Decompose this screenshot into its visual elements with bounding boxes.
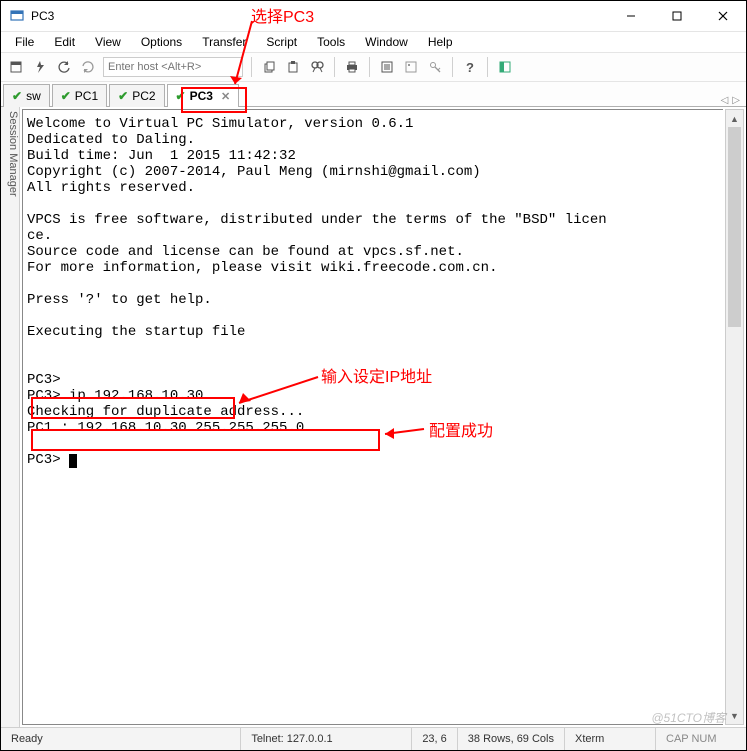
host-input[interactable] bbox=[103, 57, 243, 77]
tab-sw[interactable]: ✔ sw bbox=[3, 84, 50, 107]
terminal-line: Source code and license can be found at … bbox=[27, 244, 464, 260]
minimize-button[interactable] bbox=[608, 1, 654, 31]
tab-label: PC1 bbox=[75, 89, 98, 103]
check-icon: ✔ bbox=[12, 89, 22, 103]
menu-options[interactable]: Options bbox=[133, 33, 190, 51]
menubar: File Edit View Options Transfer Script T… bbox=[1, 32, 746, 52]
tab-pc1[interactable]: ✔ PC1 bbox=[52, 84, 107, 107]
menu-window[interactable]: Window bbox=[357, 33, 416, 51]
tab-scroll-right-icon[interactable]: ▷ bbox=[732, 95, 740, 106]
session-manager-sidebar[interactable]: Session Manager bbox=[1, 107, 20, 727]
menu-view[interactable]: View bbox=[87, 33, 129, 51]
toolbar: ? bbox=[1, 52, 746, 82]
terminal-line: Executing the startup file bbox=[27, 324, 245, 340]
separator-icon bbox=[369, 57, 370, 77]
session-manager-button[interactable] bbox=[5, 56, 27, 78]
scroll-down-icon[interactable]: ▼ bbox=[726, 707, 743, 724]
cursor-icon bbox=[69, 454, 77, 468]
help-button[interactable]: ? bbox=[459, 56, 481, 78]
settings-button[interactable] bbox=[400, 56, 422, 78]
terminal-line: Press '?' to get help. bbox=[27, 292, 212, 308]
separator-icon bbox=[251, 57, 252, 77]
terminal-line: VPCS is free software, distributed under… bbox=[27, 212, 607, 228]
terminal-line: PC3> bbox=[27, 452, 69, 468]
key-button[interactable] bbox=[424, 56, 446, 78]
copy-button[interactable] bbox=[258, 56, 280, 78]
terminal-line: PC3> ip 192.168.10.30 bbox=[27, 388, 203, 404]
maximize-button[interactable] bbox=[654, 1, 700, 31]
tab-label: PC2 bbox=[132, 89, 155, 103]
status-telnet: Telnet: 127.0.0.1 bbox=[241, 728, 412, 750]
status-cursor: 23, 6 bbox=[412, 728, 457, 750]
terminal-line: All rights reserved. bbox=[27, 180, 195, 196]
toggle-panel-button[interactable] bbox=[494, 56, 516, 78]
tabstrip: ✔ sw ✔ PC1 ✔ PC2 ✔ PC3 ✕ ◁ ▷ bbox=[1, 82, 746, 107]
close-tab-icon[interactable]: ✕ bbox=[221, 90, 230, 103]
find-button[interactable] bbox=[306, 56, 328, 78]
scrollbar[interactable]: ▲ ▼ bbox=[725, 109, 744, 725]
separator-icon bbox=[334, 57, 335, 77]
terminal-line: PC1 : 192.168.10.30 255.255.255.0 bbox=[27, 420, 304, 436]
tab-pc2[interactable]: ✔ PC2 bbox=[109, 84, 164, 107]
check-icon: ✔ bbox=[176, 89, 186, 103]
terminal-line: Dedicated to Daling. bbox=[27, 132, 195, 148]
statusbar: Ready Telnet: 127.0.0.1 23, 6 38 Rows, 6… bbox=[1, 727, 746, 750]
tab-label: PC3 bbox=[190, 89, 213, 103]
tab-scroll-buttons: ◁ ▷ bbox=[721, 95, 746, 106]
watermark: @51CTO博客 bbox=[651, 709, 726, 726]
properties-button[interactable] bbox=[376, 56, 398, 78]
menu-help[interactable]: Help bbox=[420, 33, 461, 51]
terminal-line: Checking for duplicate address... bbox=[27, 404, 304, 420]
check-icon: ✔ bbox=[61, 89, 71, 103]
scroll-up-icon[interactable]: ▲ bbox=[726, 110, 743, 127]
scroll-track[interactable] bbox=[726, 127, 743, 707]
tab-pc3[interactable]: ✔ PC3 ✕ bbox=[167, 84, 240, 107]
scroll-thumb[interactable] bbox=[728, 127, 741, 327]
separator-icon bbox=[487, 57, 488, 77]
quick-connect-button[interactable] bbox=[29, 56, 51, 78]
status-caps: CAP NUM bbox=[656, 728, 746, 750]
menu-file[interactable]: File bbox=[7, 33, 42, 51]
reconnect-button[interactable] bbox=[53, 56, 75, 78]
terminal-line: For more information, please visit wiki.… bbox=[27, 260, 497, 276]
status-size: 38 Rows, 69 Cols bbox=[458, 728, 565, 750]
status-ready: Ready bbox=[1, 728, 241, 750]
separator-icon bbox=[452, 57, 453, 77]
menu-edit[interactable]: Edit bbox=[46, 33, 83, 51]
terminal-line: Copyright (c) 2007-2014, Paul Meng (mirn… bbox=[27, 164, 481, 180]
window-title: PC3 bbox=[31, 9, 608, 23]
status-term: Xterm bbox=[565, 728, 656, 750]
tab-scroll-left-icon[interactable]: ◁ bbox=[721, 95, 729, 106]
terminal-wrap: Welcome to Virtual PC Simulator, version… bbox=[20, 107, 746, 727]
paste-button[interactable] bbox=[282, 56, 304, 78]
terminal-line: Welcome to Virtual PC Simulator, version… bbox=[27, 116, 413, 132]
svg-text:?: ? bbox=[466, 60, 474, 74]
disconnect-button[interactable] bbox=[77, 56, 99, 78]
terminal-line: PC3> bbox=[27, 372, 61, 388]
menu-script[interactable]: Script bbox=[258, 33, 305, 51]
tab-label: sw bbox=[26, 89, 41, 103]
titlebar: PC3 bbox=[1, 1, 746, 32]
terminal-line: ce. bbox=[27, 228, 52, 244]
terminal-line: Build time: Jun 1 2015 11:42:32 bbox=[27, 148, 296, 164]
app-icon bbox=[9, 8, 25, 24]
terminal[interactable]: Welcome to Virtual PC Simulator, version… bbox=[22, 109, 723, 725]
print-button[interactable] bbox=[341, 56, 363, 78]
menu-tools[interactable]: Tools bbox=[309, 33, 353, 51]
check-icon: ✔ bbox=[118, 89, 128, 103]
app-window: PC3 File Edit View Options Transfer Scri… bbox=[0, 0, 747, 751]
close-button[interactable] bbox=[700, 1, 746, 31]
window-buttons bbox=[608, 1, 746, 31]
body: Session Manager Welcome to Virtual PC Si… bbox=[1, 107, 746, 727]
menu-transfer[interactable]: Transfer bbox=[194, 33, 254, 51]
